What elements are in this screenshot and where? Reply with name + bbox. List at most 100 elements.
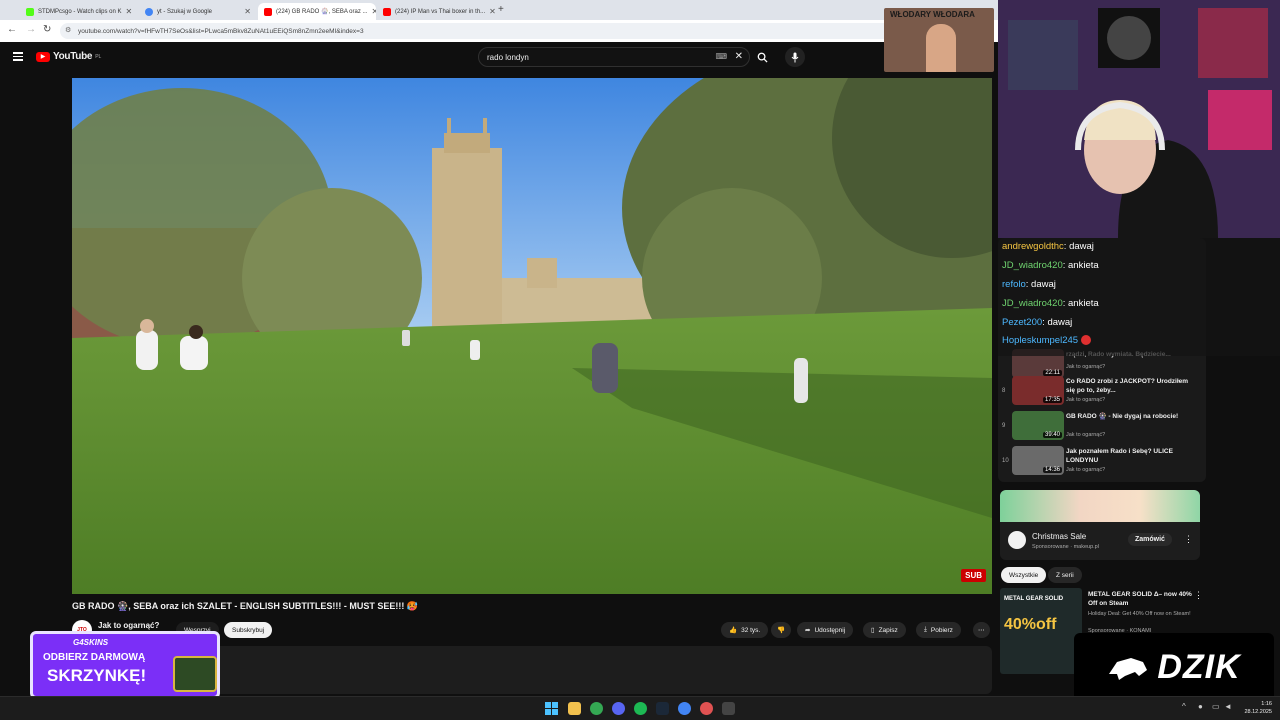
ad-card[interactable]: Christmas Sale Sponsorowane · makeup.pl … (1000, 490, 1200, 560)
download-button[interactable]: ⤓ Pobierz (916, 622, 961, 638)
search-button[interactable] (752, 47, 772, 67)
clear-search-icon[interactable]: ✕ (735, 51, 743, 62)
microphone-icon (791, 52, 799, 62)
voice-search-button[interactable] (785, 47, 805, 67)
playlist-item[interactable]: 10 14:36 Jak poznałem Rado i Sebę? ULICE… (1002, 446, 1202, 480)
discord-icon[interactable] (612, 702, 625, 715)
tab-title: yt - Szukaj w Google (157, 8, 213, 15)
browser-tab[interactable]: yt - Szukaj w Google ✕ (139, 3, 257, 20)
like-count: 32 tys. (741, 626, 761, 634)
browser-tab-active[interactable]: (224) GB RADO 🎡, SEBA oraz ... ✕ (258, 3, 376, 20)
webcam-feed (998, 0, 1280, 238)
windows-taskbar: ^ ● ▭ ◄ 1:16 28.12.2025 (0, 696, 1280, 720)
browser-tab[interactable]: STDMPcsgo - Watch clips on K ✕ (20, 3, 138, 20)
playlist-thumbnail: 39:40 (1012, 411, 1064, 440)
playlist-thumbnail: 17:35 (1012, 376, 1064, 405)
steam-icon[interactable] (656, 702, 669, 715)
tab-close-icon[interactable]: ✕ (244, 7, 251, 16)
chat-message: refolo: dawaj (1002, 279, 1056, 290)
chat-overlay: andrewgoldthc: dawaj JD_wiadro420: ankie… (998, 238, 1280, 356)
video-player[interactable]: SUB (72, 78, 992, 594)
youtube-page: ▶ YouTube PL rado londyn ⌨ ✕ SUB GB RADO… (0, 42, 1000, 694)
webcam-frame (998, 0, 1280, 238)
bookmark-icon: ▯ (871, 627, 875, 634)
search-value: rado londyn (487, 52, 529, 62)
subscribe-watermark[interactable]: SUB (961, 569, 986, 582)
thumbs-down-icon: 👎 (777, 627, 786, 634)
save-button[interactable]: ▯ Zapisz (863, 622, 906, 638)
dzik-logo: DZIK (1074, 633, 1274, 701)
rec-menu-icon[interactable]: ⋮ (1194, 590, 1203, 601)
start-icon[interactable] (545, 702, 558, 715)
network-icon[interactable]: ▭ (1212, 702, 1220, 711)
share-button[interactable]: ➦ Udostępnij (797, 622, 854, 638)
filter-chip-all[interactable]: Wszystkie (1001, 567, 1047, 583)
tab-close-icon[interactable]: ✕ (372, 7, 377, 16)
boar-icon (1109, 658, 1148, 680)
menu-icon[interactable] (13, 52, 23, 61)
share-icon: ➦ (805, 627, 811, 634)
tab-title: (224) IP Man vs Thai boxer in th... (395, 8, 486, 15)
browser-tab[interactable]: (224) IP Man vs Thai boxer in th... ✕ (377, 3, 495, 20)
spotify-icon[interactable] (634, 702, 647, 715)
reload-icon[interactable]: ↻ (43, 24, 51, 35)
channel-name[interactable]: Jak to ogarnąć? (98, 621, 159, 630)
youtube-logo[interactable]: ▶ YouTube PL (36, 51, 101, 62)
chrome-icon[interactable] (590, 702, 603, 715)
youtube-header: ▶ YouTube PL rado londyn ⌨ ✕ (0, 42, 1000, 72)
tab-close-icon[interactable]: ✕ (489, 7, 495, 16)
ad-advertiser-avatar (1008, 531, 1026, 549)
search-icon (757, 52, 768, 63)
rec-description: Holiday Deal: Get 40% Off now on Steam! (1088, 611, 1191, 617)
g4skins-logo: G4SKINS (73, 638, 109, 647)
keyboard-icon[interactable]: ⌨ (715, 52, 727, 61)
browser-tab-strip: STDMPcsgo - Watch clips on K ✕ yt - Szuk… (0, 0, 1000, 20)
chrome-alt-icon[interactable] (678, 702, 691, 715)
chat-message: Pezet200: dawaj (1002, 317, 1073, 328)
wlodary-banner: WŁODARY WŁODARA (884, 8, 994, 72)
youtube-play-icon: ▶ (36, 51, 50, 62)
ad-cta-button[interactable]: Zamówić (1128, 533, 1172, 546)
more-icon: ⋯ (978, 627, 985, 634)
url-text: youtube.com/watch?v=fHFwTH7SeOs&list=PLw… (78, 27, 364, 35)
google-icon (145, 7, 153, 16)
app-icon[interactable] (700, 702, 713, 715)
clock[interactable]: 1:16 28.12.2025 (1238, 700, 1272, 716)
tab-title: STDMPcsgo - Watch clips on K (38, 8, 122, 15)
chat-message: Hopleskumpel245 (1002, 335, 1091, 346)
ad-banner-image (1000, 490, 1200, 522)
volume-icon[interactable]: ◄ (1224, 702, 1232, 711)
mic-tray-icon[interactable]: ● (1198, 702, 1203, 711)
rec-thumbnail[interactable]: METAL GEAR SOLID 40%off (1000, 588, 1082, 674)
dislike-button[interactable]: 👎 (771, 622, 792, 638)
tray-chevron-icon[interactable]: ^ (1182, 702, 1186, 711)
rec-title[interactable]: METAL GEAR SOLID Δ– now 40% Off on Steam (1088, 590, 1194, 608)
playlist-item[interactable]: 8 17:35 Co RADO zrobi z JACKPOT? Urodził… (1002, 376, 1202, 410)
subscribe-button[interactable]: Subskrybuj (224, 622, 273, 638)
tab-close-icon[interactable]: ✕ (125, 7, 132, 16)
search-input[interactable]: rado londyn ⌨ ✕ (478, 47, 750, 67)
new-tab-button[interactable]: + (498, 4, 504, 15)
app-icon[interactable] (722, 702, 735, 715)
video-frame (72, 78, 992, 594)
file-explorer-icon[interactable] (568, 702, 581, 715)
back-icon[interactable]: ← (7, 24, 17, 35)
forward-icon[interactable]: → (26, 24, 36, 35)
more-actions-button[interactable]: ⋯ (973, 622, 990, 638)
chat-message: andrewgoldthc: dawaj (1002, 241, 1094, 252)
banner-figure (926, 24, 956, 72)
tab-title: (224) GB RADO 🎡, SEBA oraz ... (276, 9, 368, 15)
like-button[interactable]: 👍 32 tys. (721, 622, 769, 638)
playlist-item[interactable]: 9 39:40 GB RADO 🎡 - Nie dygaj na robocie… (1002, 411, 1202, 445)
download-icon: ⤓ (924, 626, 927, 633)
ad-menu-icon[interactable]: ⋮ (1184, 534, 1193, 545)
filter-chip-series[interactable]: Z serii (1048, 567, 1082, 583)
address-bar[interactable]: ⚙ youtube.com/watch?v=fHFwTH7SeOs&list=P… (60, 23, 970, 39)
youtube-icon (383, 7, 391, 16)
youtube-icon (264, 7, 272, 16)
site-info-icon[interactable]: ⚙ (65, 26, 71, 34)
video-title: GB RADO 🎡, SEBA oraz ich SZALET - ENGLIS… (72, 601, 419, 611)
kick-icon (26, 7, 34, 16)
crate-icon (173, 656, 217, 692)
emote-icon (1080, 335, 1091, 346)
